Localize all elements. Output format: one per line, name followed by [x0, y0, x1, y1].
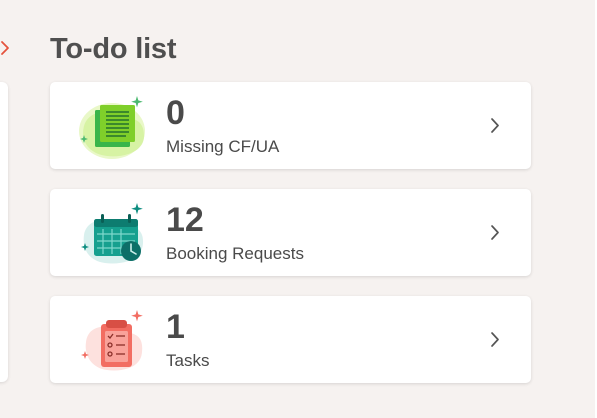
chevron-right-icon[interactable]	[490, 331, 500, 348]
chevron-right-icon[interactable]	[490, 117, 500, 134]
tasks-label: Tasks	[166, 351, 210, 370]
todo-card-booking-requests[interactable]: 12 Booking Requests	[50, 189, 531, 276]
missing-cf-ua-count: 0	[166, 94, 185, 132]
chevron-right-icon[interactable]	[0, 40, 10, 56]
calendar-clock-icon	[81, 203, 144, 264]
document-icon	[79, 96, 145, 159]
clipboard-checklist-icon	[81, 310, 143, 371]
booking-requests-count: 12	[166, 201, 204, 239]
missing-cf-ua-label: Missing CF/UA	[166, 137, 280, 156]
previous-panel-edge	[0, 82, 8, 382]
todo-card-tasks[interactable]: 1 Tasks	[50, 296, 531, 383]
page-title: To-do list	[50, 33, 177, 65]
chevron-right-icon[interactable]	[490, 224, 500, 241]
booking-requests-label: Booking Requests	[166, 244, 304, 263]
todo-card-missing-cf-ua[interactable]: 0 Missing CF/UA	[50, 82, 531, 169]
tasks-count: 1	[166, 308, 185, 346]
